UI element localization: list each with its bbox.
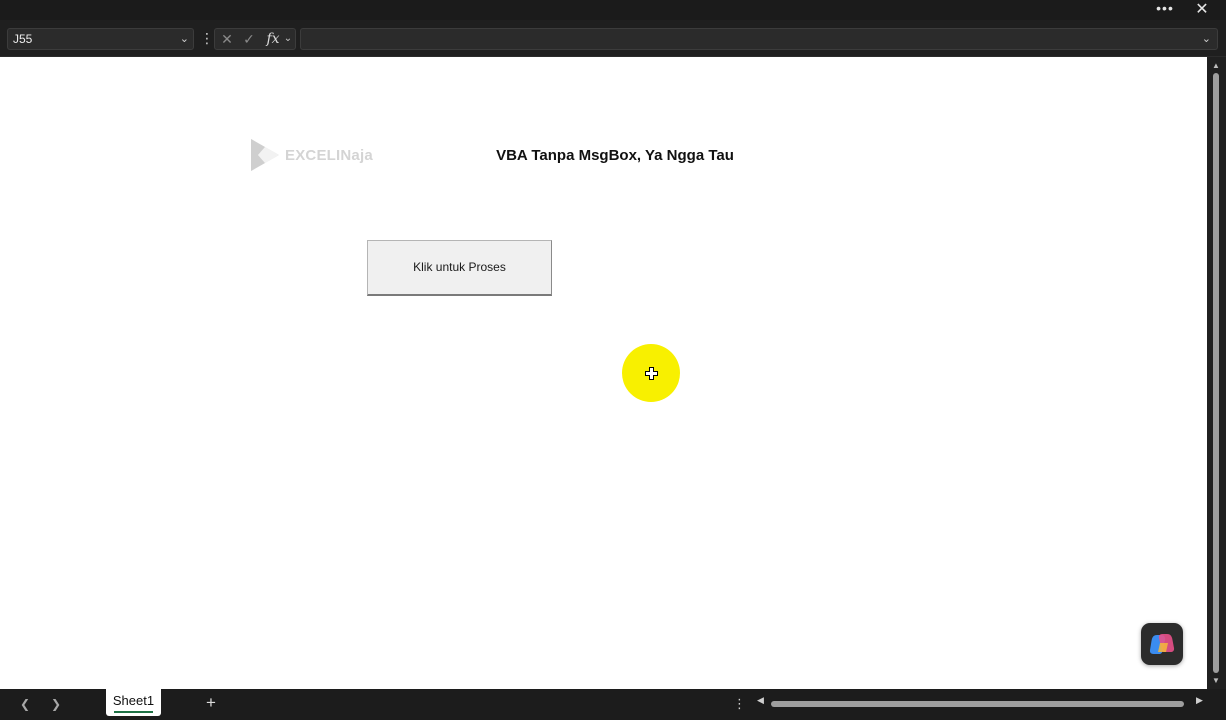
vertical-dots-icon[interactable]: ⋮	[733, 694, 746, 714]
formula-actions: ✕ ✓ fx ⌄	[214, 28, 296, 50]
scroll-down-icon[interactable]: ▼	[1212, 676, 1220, 685]
worksheet-canvas[interactable]: EXCELINaja VBA Tanpa MsgBox, Ya Ngga Tau…	[0, 57, 1207, 689]
active-tab-indicator	[114, 711, 153, 713]
horizontal-scroll-thumb[interactable]	[771, 701, 1184, 707]
add-sheet-icon[interactable]: +	[201, 693, 221, 713]
expand-formula-icon[interactable]: ⌄	[1202, 29, 1211, 49]
copilot-button[interactable]	[1141, 623, 1183, 665]
process-button[interactable]: Klik untuk Proses	[367, 240, 552, 296]
chevron-down-icon[interactable]: ⌄	[281, 29, 295, 49]
tab-sheet1[interactable]: Sheet1	[106, 689, 161, 716]
title-bar: ••• ✕	[0, 0, 1226, 20]
name-box-value: J55	[13, 32, 33, 46]
name-box[interactable]: J55 ⌄	[7, 28, 194, 50]
insert-function-icon[interactable]: fx	[264, 29, 282, 49]
cell-cursor-icon	[645, 367, 658, 380]
cancel-icon[interactable]: ✕	[218, 29, 236, 49]
close-icon[interactable]: ✕	[1192, 0, 1212, 20]
sheet-tab-bar: ❮ ❯ Sheet1 + ⋮ ◀ ▶	[0, 689, 1226, 720]
logo: EXCELINaja	[249, 138, 373, 172]
vertical-scroll-thumb[interactable]	[1213, 73, 1219, 673]
more-options-icon[interactable]: •••	[1154, 0, 1176, 20]
chevron-down-icon[interactable]: ⌄	[180, 29, 189, 49]
scroll-up-icon[interactable]: ▲	[1212, 61, 1220, 70]
formula-input[interactable]: ⌄	[300, 28, 1218, 50]
scroll-right-icon[interactable]: ▶	[1196, 695, 1203, 706]
excel-window: ••• ✕ J55 ⌄ ⋮ ✕ ✓ fx ⌄ ⌄ EXCELINaja VBA …	[0, 0, 1226, 720]
scroll-left-icon[interactable]: ◀	[757, 695, 764, 706]
vertical-scrollbar[interactable]: ▲ ▼	[1207, 57, 1226, 689]
tab-label: Sheet1	[112, 693, 155, 708]
formula-bar: J55 ⌄ ⋮ ✕ ✓ fx ⌄ ⌄	[0, 20, 1226, 57]
sheet-title: VBA Tanpa MsgBox, Ya Ngga Tau	[496, 147, 734, 164]
vertical-dots-icon[interactable]: ⋮	[200, 28, 214, 50]
logo-icon	[251, 139, 279, 171]
logo-text: EXCELINaja	[285, 146, 373, 164]
check-icon[interactable]: ✓	[240, 29, 258, 49]
chevron-right-icon[interactable]: ❯	[47, 694, 65, 714]
copilot-icon	[1149, 634, 1175, 654]
chevron-left-icon[interactable]: ❮	[16, 694, 34, 714]
